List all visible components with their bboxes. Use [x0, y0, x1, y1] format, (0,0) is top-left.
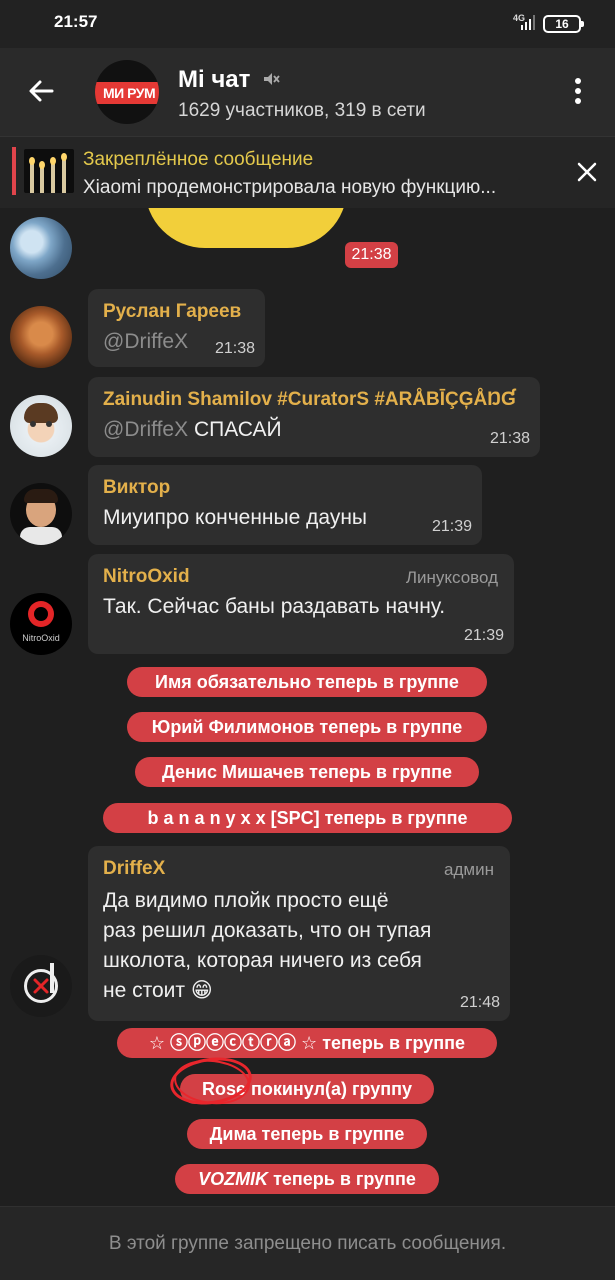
avatar[interactable] [10, 483, 72, 545]
message-bubble[interactable]: Руслан Гареев @DriffeX 21:38 [88, 289, 265, 367]
sender-name[interactable]: Zainudin Shamilov #CuratorS #ARÅBĪÇĢÅŊƓ [103, 389, 516, 411]
avatar[interactable]: NitroOxid [10, 593, 72, 655]
chat-title[interactable]: Mi чат [178, 66, 250, 94]
message-text: Миуипро конченные дауны [103, 506, 368, 529]
group-avatar[interactable]: МИ РУМ [95, 60, 159, 124]
mute-icon [264, 73, 280, 85]
service-message: Дима теперь в группе [187, 1119, 427, 1149]
service-message: Юрий Филимонов теперь в группе [127, 712, 487, 742]
message-time: 21:39 [431, 518, 472, 535]
pinned-message[interactable]: Закреплённое сообщение Xiaomi продемонст… [0, 136, 615, 208]
vozmik-name: VOZMIK [198, 1169, 269, 1189]
footer-text: В этой группе запрещено писать сообщения… [108, 1233, 507, 1254]
message-time: 21:38 [489, 430, 530, 447]
message-body: СПАСАЙ [188, 418, 282, 441]
sender-name[interactable]: DriffeX [103, 858, 165, 880]
more-menu-icon[interactable] [568, 78, 588, 106]
chat-header: МИ РУМ Mi чат 1629 участников, 319 в сет… [0, 48, 615, 136]
signal-icon [521, 15, 535, 30]
status-bar: 21:57 4G 16 [0, 0, 615, 48]
chat-subtitle: 1629 участников, 319 в сети [178, 100, 426, 121]
member-role: админ [444, 860, 494, 879]
service-message-text: теперь в группе [273, 1169, 416, 1189]
message-text: @DriffeX СПАСАЙ [103, 418, 282, 442]
mention-link[interactable]: @DriffeX [103, 330, 188, 353]
sender-name[interactable]: Руслан Гареев [103, 301, 241, 323]
x-mark-icon [33, 978, 49, 994]
service-message: VOZMIK теперь в группе [175, 1164, 439, 1194]
service-message: ☆ ⓢⓟⓔⓒⓣⓡⓐ ☆ теперь в группе [117, 1028, 497, 1058]
message-line: не стоит 😁 [103, 979, 213, 1002]
message-line: школота, которая ничего из себя [103, 949, 422, 972]
avatar[interactable] [10, 955, 72, 1017]
message-text: Да видимо плойк просто ещё раз решил док… [103, 886, 431, 1006]
close-icon[interactable] [576, 161, 598, 183]
chat-area[interactable]: 21:38 Руслан Гареев @DriffeX 21:38 Zainu… [0, 208, 615, 1206]
sticker-image[interactable] [145, 208, 347, 248]
mention-link[interactable]: @DriffeX [103, 418, 188, 441]
battery-icon: 16 [543, 15, 584, 33]
sender-name[interactable]: NitroOxid [103, 566, 190, 588]
message-bubble[interactable]: DriffeX админ Да видимо плойк просто ещё… [88, 846, 510, 1021]
sticker-time: 21:38 [345, 242, 398, 268]
avatar[interactable] [10, 306, 72, 368]
message-text: @DriffeX [103, 330, 188, 354]
message-line: Да видимо плойк просто ещё [103, 889, 389, 912]
message-bubble[interactable]: Zainudin Shamilov #CuratorS #ARÅBĪÇĢÅŊƓ … [88, 377, 540, 457]
back-arrow-icon[interactable] [26, 76, 56, 106]
avatar[interactable] [10, 395, 72, 457]
message-line: раз решил доказать, что он тупая [103, 919, 432, 942]
service-message: b a n a n y x x [SPC] теперь в группе [103, 803, 512, 833]
message-bubble[interactable]: NitroOxid Линуксовод Так. Сейчас баны ра… [88, 554, 514, 654]
message-time: 21:38 [214, 340, 255, 357]
message-bubble[interactable]: Виктор Миуипро конченные дауны 21:39 [88, 465, 482, 545]
sender-name[interactable]: Виктор [103, 477, 170, 499]
message-text: Так. Сейчас баны раздавать начну. [103, 595, 446, 618]
message-time: 21:39 [463, 627, 504, 644]
pinned-text: Xiaomi продемонстрировала новую функцию.… [83, 177, 497, 198]
service-message: Имя обязательно теперь в группе [127, 667, 487, 697]
service-message: Денис Мишачев теперь в группе [135, 757, 479, 787]
avatar[interactable] [10, 217, 72, 279]
pinned-accent-bar [12, 147, 16, 195]
avatar-caption: NitroOxid [22, 633, 60, 643]
battery-level: 16 [555, 17, 569, 31]
pinned-title: Закреплённое сообщение [83, 149, 314, 170]
member-role: Линуксовод [405, 568, 498, 587]
input-disabled-bar: В этой группе запрещено писать сообщения… [0, 1206, 615, 1280]
pinned-thumbnail [24, 149, 74, 193]
status-time: 21:57 [54, 12, 98, 31]
avatar-logo-text: МИ РУМ [103, 85, 156, 101]
message-time: 21:48 [459, 994, 500, 1011]
